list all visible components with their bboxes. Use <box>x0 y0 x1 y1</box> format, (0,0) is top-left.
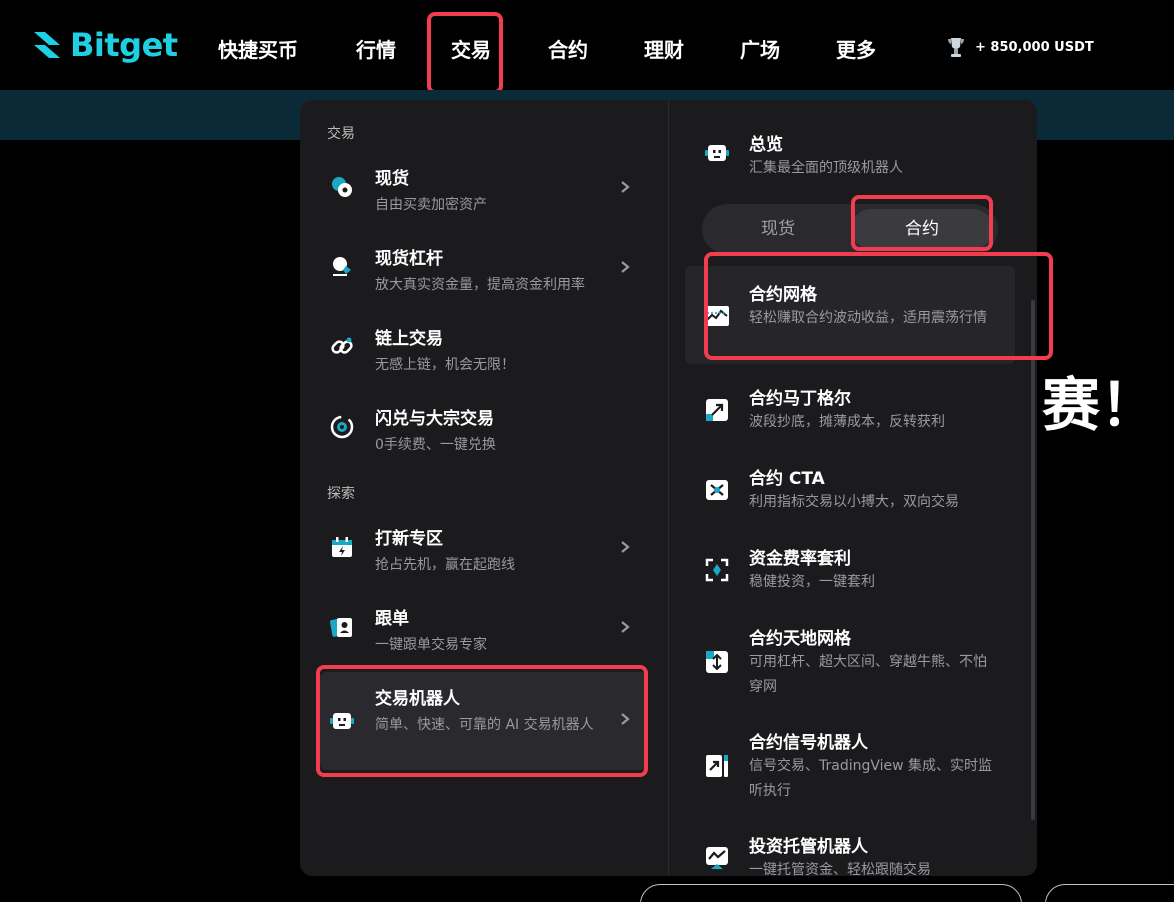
menu-scrollbar[interactable] <box>1031 300 1035 820</box>
menu-item-title: 合约网格 <box>749 285 817 305</box>
menu-item-desc: 无感上链，机会无限！ <box>375 357 515 373</box>
chevron-right-icon <box>621 713 630 725</box>
menu-item-title: 资金费率套利 <box>749 549 851 569</box>
menu-item-desc: 一键跟单交易专家 <box>375 637 487 653</box>
nav-markets[interactable]: 行情 <box>356 34 396 63</box>
menu-item-title: 链上交易 <box>375 329 443 349</box>
swap-icon <box>330 415 354 439</box>
martingale-icon <box>706 399 728 421</box>
menu-item-desc: 放大真实资金量，提高资金利用率 <box>375 277 585 293</box>
menu-item-title: 现货杠杆 <box>375 249 443 269</box>
grid-chart-icon <box>705 306 729 326</box>
margin-icon <box>333 257 351 276</box>
brand-name: Bitget <box>70 26 178 64</box>
menu-item-title: 合约马丁格尔 <box>749 389 851 409</box>
menu-item-funding-arbitrage[interactable]: 资金费率套利 稳健投资，一键套利 <box>685 536 1015 608</box>
tab-futures[interactable]: 合约 <box>851 209 993 249</box>
menu-item-swap[interactable]: 闪兑与大宗交易 0手续费、一键兑换 <box>320 392 648 466</box>
signal-bot-icon <box>706 755 728 777</box>
background-headline: 赛！ <box>1042 371 1159 439</box>
calendar-bolt-icon <box>332 537 352 557</box>
nav-earn[interactable]: 理财 <box>644 34 684 63</box>
menu-item-desc: 自由买卖加密资产 <box>375 197 487 213</box>
nav-trade[interactable]: 交易 <box>451 34 491 63</box>
menu-item-futures-cta[interactable]: 合约 CTA 利用指标交易以小搏大，双向交易 <box>685 456 1015 528</box>
menu-item-margin[interactable]: 现货杠杆 放大真实资金量，提高资金利用率 <box>320 232 648 306</box>
background-button <box>640 884 1022 902</box>
menu-item-desc: 0手续费、一键兑换 <box>375 437 496 453</box>
menu-item-desc: 稳健投资，一键套利 <box>749 574 875 590</box>
chevron-right-icon <box>621 261 630 273</box>
menu-item-desc: 抢占先机，赢在起跑线 <box>375 557 515 573</box>
menu-item-desc: 汇集最全面的顶级机器人 <box>749 160 903 176</box>
menu-item-desc: 波段抄底，摊薄成本，反转获利 <box>749 414 945 430</box>
chain-link-icon <box>331 337 353 354</box>
chevron-right-icon <box>621 541 630 553</box>
copy-trade-icon <box>330 618 352 637</box>
section-label-explore: 探索 <box>327 486 355 502</box>
managed-bot-icon <box>706 847 728 869</box>
reward-text: + 850,000 USDT <box>975 39 1094 55</box>
menu-item-desc: 轻松赚取合约波动收益，适用震荡行情 <box>749 310 987 326</box>
menu-item-launchpad[interactable]: 打新专区 抢占先机，赢在起跑线 <box>320 512 648 586</box>
menu-item-spot[interactable]: 现货 自由买卖加密资产 <box>320 152 648 226</box>
menu-item-managed-bot[interactable]: 投资托管机器人 一键托管资金、轻松跟随交易 <box>685 824 1015 876</box>
spot-coins-icon <box>332 177 352 197</box>
section-label-trade: 交易 <box>327 126 355 142</box>
menu-item-title: 交易机器人 <box>375 689 460 709</box>
funding-arbitrage-icon <box>705 558 729 582</box>
menu-item-title: 打新专区 <box>375 529 443 549</box>
menu-item-onchain[interactable]: 链上交易 无感上链，机会无限！ <box>320 312 648 386</box>
menu-item-futures-grid[interactable]: 合约网格 轻松赚取合约波动收益，适用震荡行情 <box>685 266 1015 364</box>
background-button <box>1045 884 1174 902</box>
bitget-logo-icon <box>34 32 60 58</box>
trade-dropdown-menu: 交易 现货 自由买卖加密资产 现货杠杆 放大真实资金量，提高资金利用率 链上交易… <box>300 100 1037 876</box>
menu-item-trading-bots[interactable]: 交易机器人 简单、快速、可靠的 AI 交易机器人 <box>320 672 648 770</box>
menu-item-desc: 简单、快速、可靠的 AI 交易机器人 <box>375 717 594 733</box>
menu-item-futures-martingale[interactable]: 合约马丁格尔 波段抄底，摊薄成本，反转获利 <box>685 376 1015 448</box>
menu-item-desc: 可用杠杆、超大区间、穿越牛熊、不怕穿网 <box>749 654 987 695</box>
column-divider <box>668 100 669 876</box>
top-nav: Bitget 快捷买币 行情 交易 合约 理财 广场 更多 + 850,000 … <box>0 0 1174 90</box>
nav-futures[interactable]: 合约 <box>548 34 588 63</box>
menu-item-signal-bot[interactable]: 合约信号机器人 信号交易、TradingView 集成、实时监听执行 <box>685 720 1015 816</box>
chevron-right-icon <box>621 621 630 633</box>
menu-item-title: 闪兑与大宗交易 <box>375 409 494 429</box>
robot-icon <box>705 145 729 161</box>
menu-item-copy-trade[interactable]: 跟单 一键跟单交易专家 <box>320 592 648 666</box>
menu-item-title: 现货 <box>375 169 409 189</box>
menu-item-title: 总览 <box>749 135 783 155</box>
nav-square[interactable]: 广场 <box>740 34 780 63</box>
menu-item-title: 合约信号机器人 <box>749 733 868 753</box>
menu-item-bots-overview[interactable]: 总览 汇集最全面的顶级机器人 <box>685 124 1015 184</box>
trophy-icon <box>948 38 964 57</box>
robot-icon <box>330 713 354 729</box>
menu-item-desc: 一键托管资金、轻松跟随交易 <box>749 862 931 876</box>
menu-item-title: 跟单 <box>375 609 409 629</box>
menu-item-title: 合约 CTA <box>749 469 825 489</box>
bot-type-toggle: 现货 合约 <box>702 204 998 254</box>
tab-spot[interactable]: 现货 <box>707 209 849 249</box>
menu-item-title: 投资托管机器人 <box>749 837 868 857</box>
nav-quick-buy[interactable]: 快捷买币 <box>218 34 298 63</box>
chevron-right-icon <box>621 181 630 193</box>
menu-item-desc: 利用指标交易以小搏大，双向交易 <box>749 494 959 510</box>
menu-item-title: 合约天地网格 <box>749 629 851 649</box>
bitget-logo[interactable]: Bitget <box>30 26 178 64</box>
cta-icon <box>706 480 728 500</box>
reward-banner[interactable]: + 850,000 USDT <box>945 35 1094 59</box>
menu-item-desc: 信号交易、TradingView 集成、实时监听执行 <box>749 758 993 799</box>
infinity-grid-icon <box>706 651 728 673</box>
nav-more[interactable]: 更多 <box>836 34 876 63</box>
menu-item-infinity-grid[interactable]: 合约天地网格 可用杠杆、超大区间、穿越牛熊、不怕穿网 <box>685 616 1015 712</box>
